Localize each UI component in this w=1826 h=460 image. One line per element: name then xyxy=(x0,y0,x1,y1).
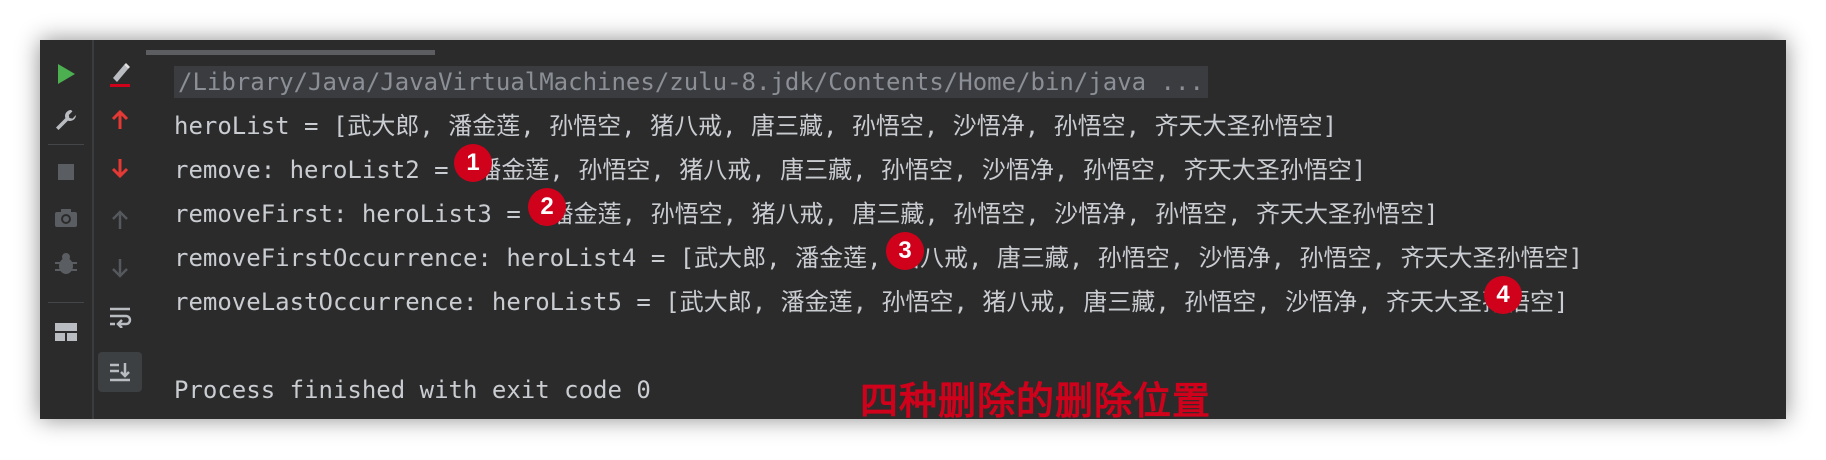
run-toolbar-right xyxy=(94,40,146,419)
console-line: removeLastOccurrence: heroList5 = [武大郎, … xyxy=(174,288,1569,316)
run-console-window: /Library/Java/JavaVirtualMachines/zulu-8… xyxy=(40,40,1786,423)
console-line: remove: heroList2 = [潘金莲, 孙悟空, 猪八戒, 唐三藏,… xyxy=(174,156,1367,184)
clear-all-button[interactable] xyxy=(98,54,142,94)
scroll-to-end-icon xyxy=(110,363,130,382)
camera-icon xyxy=(55,209,77,227)
annotation-badge-1: 1 xyxy=(454,144,492,182)
down-button-disabled[interactable] xyxy=(98,248,142,288)
up-arrow-disabled-icon xyxy=(112,210,128,229)
run-button[interactable] xyxy=(44,54,88,94)
annotation-badge-4: 4 xyxy=(1484,276,1522,314)
down-arrow-disabled-icon xyxy=(112,259,128,278)
run-toolbar-left xyxy=(40,40,92,419)
console-line: heroList = [武大郎, 潘金莲, 孙悟空, 猪八戒, 唐三藏, 孙悟空… xyxy=(174,112,1338,140)
console-line-command: /Library/Java/JavaVirtualMachines/zulu-8… xyxy=(174,60,1766,104)
stop-icon xyxy=(58,164,74,180)
soft-wrap-icon xyxy=(110,307,132,328)
up-button-disabled[interactable] xyxy=(98,200,142,240)
annotation-badge-2: 2 xyxy=(528,188,566,226)
dump-threads-button[interactable] xyxy=(44,198,88,238)
annotation-caption: 四种删除的删除位置 xyxy=(860,379,1212,423)
annotation-badge-3: 3 xyxy=(886,232,924,270)
command-text[interactable]: /Library/Java/JavaVirtualMachines/zulu-8… xyxy=(174,66,1208,98)
layout-icon xyxy=(55,323,77,341)
console-line: removeFirstOccurrence: heroList4 = [武大郎,… xyxy=(174,244,1583,272)
clear-icon xyxy=(110,63,130,87)
up-arrow-icon xyxy=(111,109,129,129)
scroll-to-end-button[interactable] xyxy=(98,352,142,392)
next-occurrence-button[interactable] xyxy=(98,148,142,188)
console-line: removeFirst: heroList3 = [潘金莲, 孙悟空, 猪八戒,… xyxy=(174,200,1439,228)
debug-bug-icon xyxy=(55,253,77,274)
layout-button[interactable] xyxy=(44,312,88,352)
console-output[interactable]: /Library/Java/JavaVirtualMachines/zulu-8… xyxy=(174,60,1766,412)
debug-button[interactable] xyxy=(44,244,88,284)
wrench-icon xyxy=(56,110,76,130)
soft-wrap-button[interactable] xyxy=(98,296,142,336)
run-icon xyxy=(58,64,75,84)
previous-occurrence-button[interactable] xyxy=(98,100,142,140)
down-arrow-icon xyxy=(111,159,129,179)
stop-button[interactable] xyxy=(44,152,88,192)
settings-button[interactable] xyxy=(44,100,88,140)
tab-indicator xyxy=(115,50,435,55)
